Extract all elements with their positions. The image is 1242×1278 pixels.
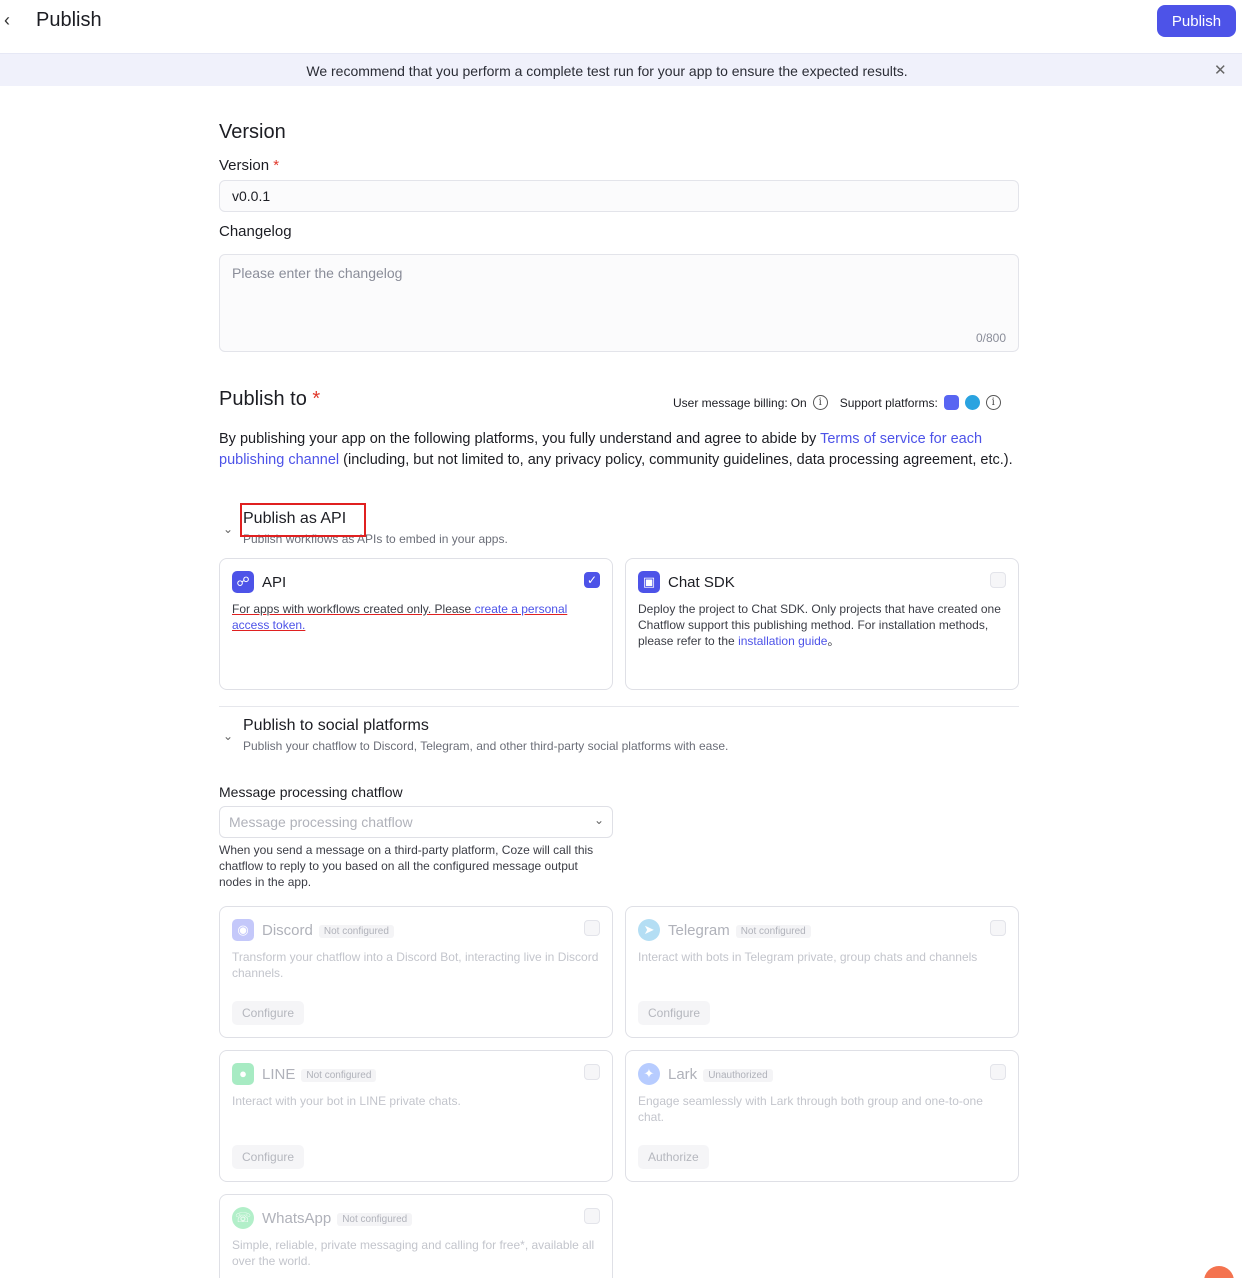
line-title-text: LINE: [262, 1066, 296, 1083]
info-icon[interactable]: i: [985, 395, 1001, 410]
publish-to-heading-text: Publish to: [219, 388, 307, 410]
required-mark: *: [273, 157, 280, 174]
chatflow-select[interactable]: Message processing chatflow ⌄: [219, 806, 613, 838]
telegram-card-desc: Interact with bots in Telegram private, …: [638, 950, 978, 964]
status-badge: Not configured: [337, 1212, 413, 1226]
chat-sdk-checkbox[interactable]: [990, 572, 1006, 588]
telegram-card-title: Telegram Not configured: [668, 922, 811, 939]
line-checkbox[interactable]: [584, 1064, 600, 1080]
terms-description: By publishing your app on the following …: [219, 429, 1019, 471]
lark-icon: ✦: [638, 1063, 660, 1085]
top-bar: ‹ Publish Publish: [0, 0, 1242, 52]
terms-text-pre: By publishing your app on the following …: [219, 431, 821, 447]
telegram-checkbox[interactable]: [990, 920, 1006, 936]
version-label-text: Version: [219, 157, 270, 174]
status-badge: Not configured: [301, 1068, 377, 1082]
terms-text-post: (including, but not limited to, any priv…: [339, 452, 1013, 468]
api-desc-text: For apps with workflows created only. Pl…: [232, 602, 475, 616]
discord-card[interactable]: ◉ Discord Not configured Transform your c…: [219, 906, 613, 1038]
changelog-counter: 0/800: [975, 331, 1006, 345]
installation-guide-link[interactable]: installation guide: [738, 634, 827, 648]
whatsapp-title-text: WhatsApp: [262, 1210, 332, 1227]
status-badge: Unauthorized: [703, 1068, 773, 1082]
chevron-down-icon[interactable]: ⌄: [223, 522, 233, 536]
discord-icon: [943, 395, 959, 410]
changelog-textarea[interactable]: Please enter the changelog 0/800: [219, 254, 1019, 352]
billing-label: User message billing:: [673, 395, 788, 410]
status-badge: Not configured: [318, 924, 394, 938]
telegram-icon: [964, 395, 980, 410]
lark-authorize-button[interactable]: Authorize: [638, 1145, 709, 1169]
line-card-title: LINE Not configured: [262, 1066, 377, 1083]
telegram-icon: ➤: [638, 919, 660, 941]
discord-checkbox[interactable]: [584, 920, 600, 936]
discord-card-title: Discord Not configured: [262, 922, 394, 939]
whatsapp-card-title: WhatsApp Not configured: [262, 1210, 413, 1227]
chatflow-help: When you send a message on a third-party…: [219, 843, 594, 889]
chat-sdk-card[interactable]: ▣ Chat SDK Deploy the project to Chat SD…: [625, 558, 1019, 690]
publish-to-heading: Publish to *: [219, 388, 320, 411]
discord-icon: ◉: [232, 919, 254, 941]
version-heading: Version: [219, 121, 286, 143]
chat-sdk-desc-post: 。: [827, 634, 840, 648]
chevron-left-icon[interactable]: ‹: [4, 10, 20, 30]
changelog-placeholder: Please enter the changelog: [232, 265, 403, 281]
status-badge: Not configured: [735, 924, 811, 938]
lark-title-text: Lark: [668, 1066, 698, 1083]
api-checkbox[interactable]: ✓: [584, 572, 600, 588]
window-icon: ▣: [638, 571, 660, 593]
api-card-desc: For apps with workflows created only. Pl…: [232, 601, 602, 633]
changelog-label: Changelog: [219, 223, 292, 240]
billing-platforms-row: User message billing: On i Support platf…: [673, 395, 1001, 410]
highlight-box: [240, 503, 366, 537]
chatflow-label: Message processing chatflow: [219, 784, 403, 800]
lark-card-desc: Engage seamlessly with Lark through both…: [638, 1094, 983, 1124]
whatsapp-checkbox[interactable]: [584, 1208, 600, 1224]
line-configure-button[interactable]: Configure: [232, 1145, 305, 1169]
telegram-card[interactable]: ➤ Telegram Not configured Interact with b…: [625, 906, 1019, 1038]
lark-card[interactable]: ✦ Lark Unauthorized Engage seamlessly wit…: [625, 1050, 1019, 1182]
chevron-down-icon[interactable]: ⌄: [223, 729, 233, 743]
chat-sdk-card-desc: Deploy the project to Chat SDK. Only pro…: [638, 601, 1008, 649]
recommendation-banner: We recommend that you perform a complete…: [0, 53, 1242, 86]
lark-checkbox[interactable]: [990, 1064, 1006, 1080]
divider: [219, 706, 1019, 707]
whatsapp-card[interactable]: ☏ WhatsApp Not configured Simple, reliabl…: [219, 1194, 613, 1278]
banner-text: We recommend that you perform a complete…: [306, 63, 908, 79]
info-icon[interactable]: i: [812, 395, 828, 410]
publish-button[interactable]: Publish: [1157, 5, 1236, 37]
assistant-bubble-icon[interactable]: [1204, 1266, 1234, 1278]
chatflow-select-placeholder: Message processing chatflow: [229, 814, 413, 830]
discord-configure-button[interactable]: Configure: [232, 1001, 305, 1025]
social-group-subtitle: Publish your chatflow to Discord, Telegr…: [243, 739, 729, 753]
telegram-configure-button[interactable]: Configure: [638, 1001, 711, 1025]
required-mark: *: [312, 388, 321, 410]
line-card[interactable]: ● LINE Not configured Interact with your …: [219, 1050, 613, 1182]
discord-title-text: Discord: [262, 922, 313, 939]
support-platforms-label: Support platforms:: [839, 395, 938, 410]
whatsapp-card-desc: Simple, reliable, private messaging and …: [232, 1238, 595, 1268]
api-card-title: API: [262, 574, 287, 591]
close-icon[interactable]: ✕: [1214, 61, 1227, 79]
chat-sdk-card-title: Chat SDK: [668, 574, 735, 591]
api-card[interactable]: ☍ API ✓ For apps with workflows created …: [219, 558, 613, 690]
link-icon: ☍: [232, 571, 254, 593]
page-title: Publish: [36, 9, 102, 31]
whatsapp-icon: ☏: [232, 1207, 254, 1229]
line-card-desc: Interact with your bot in LINE private c…: [232, 1094, 461, 1108]
line-icon: ●: [232, 1063, 254, 1085]
version-input[interactable]: v0.0.1: [219, 180, 1019, 212]
social-group-title: Publish to social platforms: [243, 717, 429, 734]
lark-card-title: Lark Unauthorized: [668, 1066, 773, 1083]
telegram-title-text: Telegram: [668, 922, 730, 939]
chevron-down-icon: ⌄: [593, 813, 604, 827]
version-label: Version *: [219, 157, 279, 174]
discord-card-desc: Transform your chatflow into a Discord B…: [232, 950, 599, 980]
billing-value: On: [790, 395, 807, 410]
